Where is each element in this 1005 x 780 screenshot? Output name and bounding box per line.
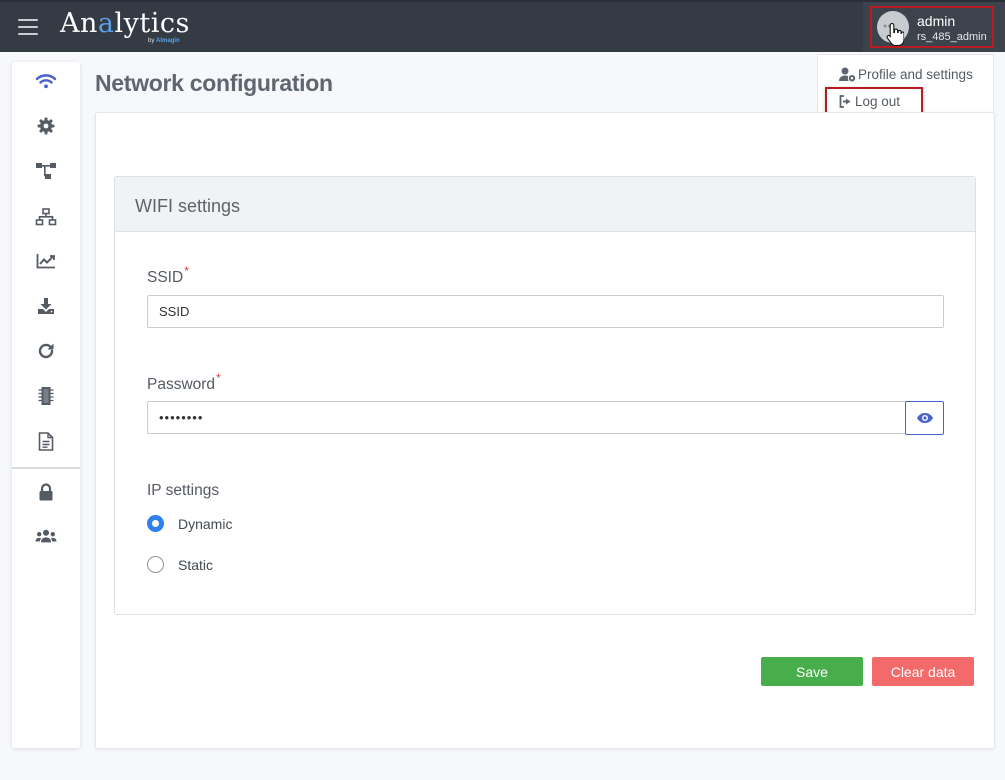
logo-text-accent: a — [97, 8, 115, 39]
sidebar-item-documents[interactable] — [35, 430, 57, 452]
wifi-icon — [35, 74, 57, 89]
save-button[interactable]: Save — [761, 657, 863, 686]
wifi-settings-title: WIFI settings — [135, 196, 241, 216]
logo-subtitle: by Almagin — [148, 38, 180, 44]
password-required-mark: * — [216, 371, 221, 385]
profile-and-settings-item[interactable]: Profile and settings — [839, 67, 973, 82]
hamburger-menu-icon[interactable] — [18, 19, 38, 35]
download-icon — [38, 298, 54, 314]
sidebar-item-analytics[interactable] — [35, 250, 57, 272]
hand-pointer-cursor-icon — [886, 22, 904, 46]
logo-sub-prefix: by — [148, 38, 155, 44]
ssid-input[interactable]: SSID — [147, 295, 944, 328]
radio-static-label[interactable]: Static — [178, 557, 213, 573]
sidebar-item-wifi[interactable] — [35, 70, 57, 92]
eye-icon — [916, 413, 933, 423]
sidebar-item-refresh[interactable] — [35, 340, 57, 362]
sidebar-item-users[interactable] — [35, 525, 57, 547]
sidebar-item-download[interactable] — [35, 295, 57, 317]
logo-text-prefix: An — [60, 8, 98, 39]
chip-icon — [38, 387, 54, 405]
toggle-password-visibility-button[interactable] — [905, 401, 944, 435]
sidebar-divider — [12, 467, 80, 469]
users-icon — [35, 529, 57, 543]
gear-icon — [37, 117, 55, 135]
radio-static[interactable] — [147, 556, 164, 573]
radio-dynamic[interactable] — [147, 515, 164, 532]
log-out-highlight — [825, 87, 923, 115]
user-gear-icon — [839, 67, 856, 82]
password-label-text: Password — [147, 376, 216, 393]
logo-text-suffix: lytics — [114, 8, 190, 39]
refresh-icon — [38, 343, 54, 359]
page-title: Network configuration — [95, 70, 333, 96]
app-logo[interactable]: Analytics — [60, 8, 190, 39]
chart-line-icon — [36, 254, 55, 269]
password-input[interactable]: •••••••• — [147, 401, 906, 434]
sidebar-item-settings[interactable] — [35, 115, 57, 137]
sitemap-icon — [35, 208, 57, 226]
sidebar-item-sitemap[interactable] — [35, 206, 57, 228]
password-label: Password* — [147, 371, 221, 394]
profile-and-settings-label: Profile and settings — [858, 67, 973, 82]
top-bar: Analytics by Almagin — [0, 0, 1005, 52]
document-icon — [38, 431, 54, 451]
sidebar-item-device[interactable] — [35, 385, 57, 407]
ip-settings-label: IP settings — [147, 482, 220, 499]
wifi-settings-header: WIFI settings — [115, 177, 975, 232]
sidebar-item-security[interactable] — [35, 481, 57, 503]
clear-data-button[interactable]: Clear data — [872, 657, 974, 686]
lock-icon — [39, 483, 53, 501]
ssid-required-mark: * — [184, 264, 189, 278]
ssid-label-text: SSID — [147, 269, 184, 286]
sidebar-item-network-tree[interactable] — [35, 160, 57, 182]
ssid-label: SSID* — [147, 264, 189, 287]
network-tree-icon — [36, 163, 56, 179]
sidebar — [12, 62, 80, 748]
wifi-settings-panel: WIFI settings — [114, 176, 976, 615]
logo-sub-brand: Almagin — [156, 38, 180, 44]
radio-dynamic-label[interactable]: Dynamic — [178, 516, 232, 532]
